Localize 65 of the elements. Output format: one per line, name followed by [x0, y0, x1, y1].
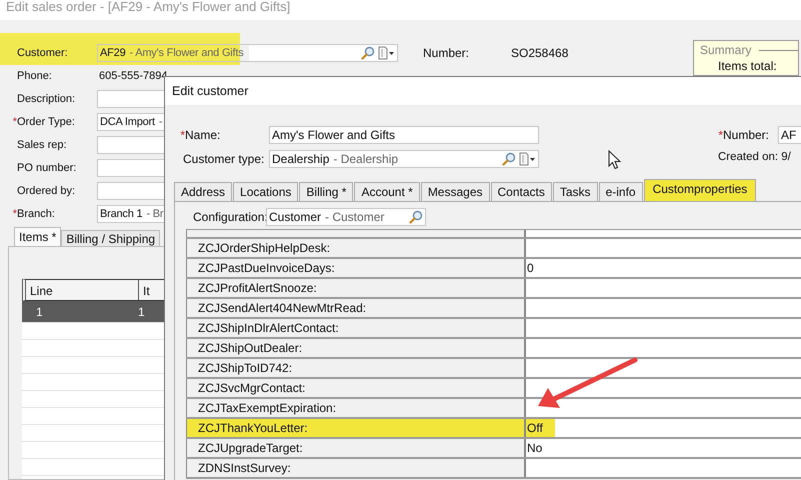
value-cell[interactable]: [524, 239, 801, 257]
field-label: Order Type:: [17, 116, 75, 128]
value-cell[interactable]: [524, 399, 801, 417]
required-mark: *: [12, 208, 17, 220]
value-cell[interactable]: No: [524, 439, 801, 457]
window-title: Edit sales order - [AF29 - Amy's Flower and Gifts]: [0, 0, 801, 20]
created-on-text: Created on: 9/: [717, 150, 792, 163]
field-label: Name:: [185, 128, 220, 142]
value-cell[interactable]: [524, 359, 801, 377]
tab[interactable]: Customproperties: [644, 179, 756, 201]
cursor-icon[interactable]: [608, 150, 622, 170]
field-label: Ordered by:: [16, 184, 76, 196]
summary-title: Summary: [700, 43, 752, 57]
field-label: PO number:: [16, 162, 76, 174]
value-cell[interactable]: [524, 319, 801, 337]
search-icon[interactable]: [409, 210, 423, 224]
property-value: No: [526, 440, 544, 457]
value-cell[interactable]: 0: [524, 259, 801, 277]
search-icon[interactable]: [502, 152, 516, 166]
field-label: Branch:: [17, 208, 55, 220]
property-name: ZCJThankYouLetter:: [186, 419, 524, 437]
value-cell[interactable]: [524, 279, 801, 297]
field-label: Items total:: [717, 58, 778, 73]
value-cell[interactable]: Off: [524, 419, 801, 437]
required-mark: *: [717, 128, 723, 142]
tab[interactable]: e-info: [598, 182, 643, 201]
dialog-title: Edit customer: [165, 77, 801, 105]
search-icon[interactable]: [361, 46, 375, 60]
value-cell[interactable]: [524, 299, 801, 317]
tab[interactable]: Billing / Shipping: [61, 230, 160, 246]
table-cell-text: 1: [137, 304, 145, 318]
field-label: Phone:: [16, 70, 52, 82]
page-dropdown-icon[interactable]: [377, 46, 395, 60]
tab[interactable]: Account *: [354, 182, 420, 201]
input-field[interactable]: AF: [778, 126, 801, 144]
field-label: Sales rep:: [16, 138, 67, 150]
field-label: Customer type:: [182, 152, 264, 166]
input-field[interactable]: Amy's Flower and Gifts: [269, 126, 539, 144]
value-cell[interactable]: [524, 339, 801, 357]
value-cell[interactable]: [524, 379, 801, 397]
column-header[interactable]: Line: [26, 280, 138, 300]
field-label: Customer:: [16, 46, 68, 58]
required-mark: *: [12, 116, 17, 128]
lookup-field[interactable]: Customer - Customer: [266, 208, 426, 226]
tab[interactable]: Contacts: [490, 182, 552, 201]
tab[interactable]: Billing *: [299, 182, 354, 201]
field-label: Number:: [423, 46, 470, 60]
tab[interactable]: Messages: [420, 182, 490, 201]
required-mark: *: [179, 128, 185, 142]
field-label: Number:: [723, 128, 770, 142]
tab[interactable]: Items *: [14, 227, 62, 246]
value-cell[interactable]: [524, 459, 801, 477]
tab[interactable]: Tasks: [552, 182, 598, 201]
tab[interactable]: Locations: [233, 182, 298, 201]
field-label: Configuration:: [193, 210, 266, 224]
property-value: 0: [526, 260, 535, 277]
table-cell-text: 1: [35, 304, 44, 318]
column-header[interactable]: It: [138, 280, 154, 300]
lookup-field[interactable]: Dealership - Dealership: [269, 150, 539, 168]
field-value: 605-555-7894: [98, 70, 168, 82]
property-value: Off: [526, 419, 555, 437]
field-value: SO258468: [511, 46, 568, 60]
page-dropdown-icon[interactable]: [518, 152, 536, 166]
field-label: Description:: [16, 92, 76, 104]
tab[interactable]: Address: [174, 182, 232, 201]
